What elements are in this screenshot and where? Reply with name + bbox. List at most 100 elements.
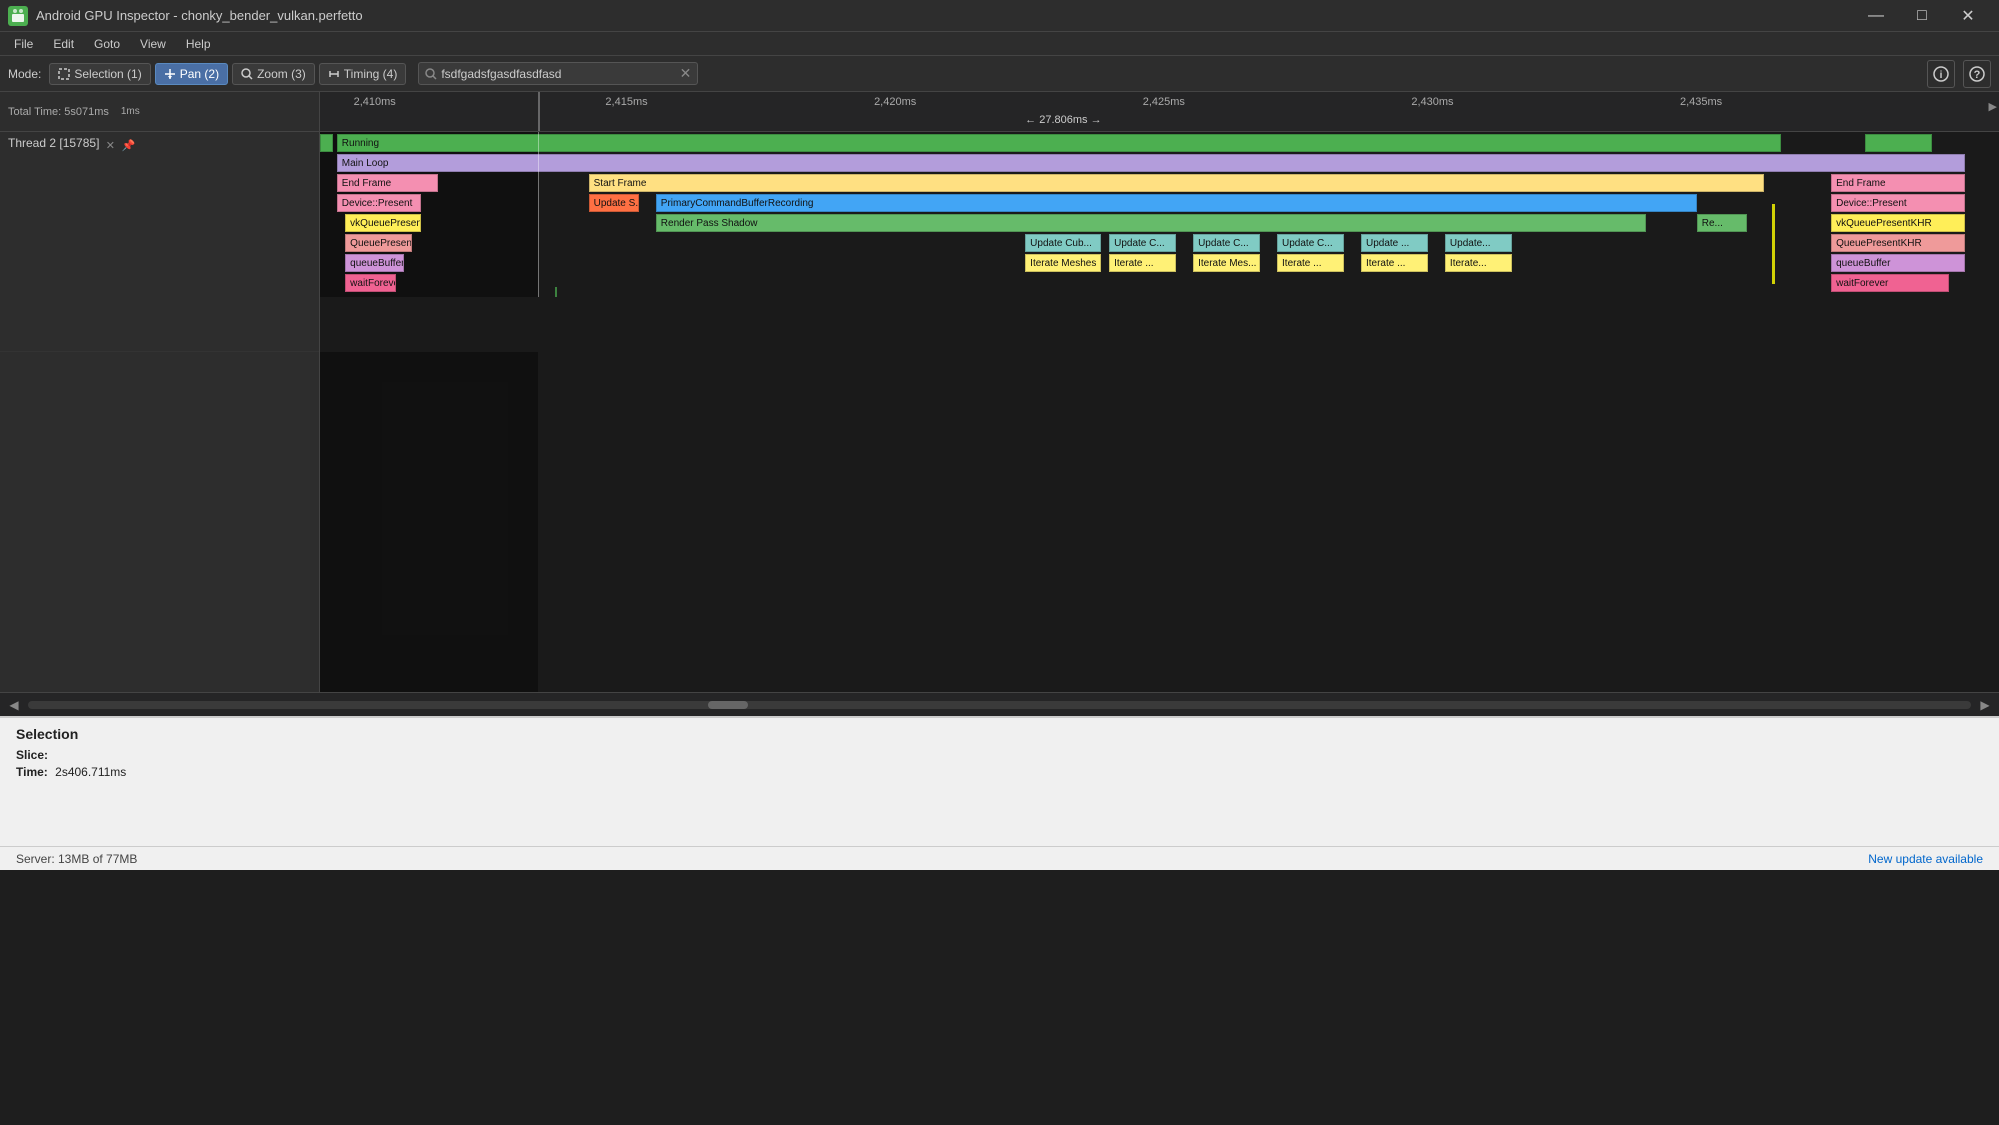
timeline-ruler[interactable]: 2,410ms 2,415ms 2,420ms 2,425ms 2,430ms … — [320, 92, 1999, 131]
flame-main-loop[interactable]: Main Loop — [337, 154, 1966, 172]
menu-item-file[interactable]: File — [4, 32, 43, 56]
flame-update-c-2[interactable]: Update C... — [1193, 234, 1260, 252]
svg-text:?: ? — [1974, 69, 1981, 81]
thread-label-row-0: Thread 2 [15785] ✕ 📌 — [0, 132, 319, 352]
flame-waitforever-1[interactable]: waitForever — [345, 274, 395, 292]
ruler-mark-2: 2,420ms — [874, 96, 916, 108]
flame-small-green[interactable] — [320, 134, 333, 152]
flame-end-frame-2[interactable]: End Frame — [1831, 174, 1965, 192]
window-controls: — □ ✕ — [1853, 0, 1991, 32]
flame-update-c-3[interactable]: Update C... — [1277, 234, 1344, 252]
thread-controls: ✕ 📌 — [103, 138, 135, 152]
ruler-mark-5: 2,435ms — [1680, 96, 1722, 108]
flame-iterate-meshes[interactable]: Iterate Meshes — [1025, 254, 1101, 272]
flame-queuepresent-1[interactable]: QueuePresentKHR — [345, 234, 412, 252]
maximize-button[interactable]: □ — [1899, 0, 1945, 32]
info-button[interactable]: i — [1927, 60, 1955, 88]
flame-re[interactable]: Re... — [1697, 214, 1747, 232]
search-container: ✕ — [418, 62, 698, 85]
ruler-scroll-arrow[interactable]: ▶ — [1989, 100, 1997, 113]
ruler-mark-4: 2,430ms — [1411, 96, 1453, 108]
flame-iterate-1[interactable]: Iterate ... — [1109, 254, 1176, 272]
flame-update-cub[interactable]: Update Cub... — [1025, 234, 1101, 252]
flame-update-2[interactable]: Update... — [1445, 234, 1512, 252]
mode-timing[interactable]: Timing (4) — [319, 63, 407, 85]
minimize-button[interactable]: — — [1853, 0, 1899, 32]
flame-update-1[interactable]: Update ... — [1361, 234, 1428, 252]
ruler-mark-0: 2,410ms — [354, 96, 396, 108]
mode-selection[interactable]: Selection (1) — [49, 63, 150, 85]
scroll-left-button[interactable]: ◀ — [4, 695, 24, 715]
flame-waitforever-2[interactable]: waitForever — [1831, 274, 1949, 292]
help-button[interactable]: ? — [1963, 60, 1991, 88]
flame-running[interactable]: Running — [337, 134, 1781, 152]
status-bar: Server: 13MB of 77MB New update availabl… — [0, 846, 1999, 870]
question-icon: ? — [1969, 66, 1985, 82]
search-input[interactable] — [441, 67, 679, 81]
flame-running-right[interactable] — [1865, 134, 1932, 152]
timing-icon — [328, 68, 340, 80]
timeline-total-time: Total Time: 5s071ms 1ms — [0, 92, 320, 131]
thread-label-column: Thread 2 [15785] ✕ 📌 — [0, 132, 320, 692]
menu-item-edit[interactable]: Edit — [43, 32, 84, 56]
thread-collapse-button[interactable]: ✕ — [103, 138, 117, 152]
selection-icon — [58, 68, 70, 80]
selection-time-row: Time: 2s406.711ms — [16, 765, 1983, 779]
info-icon: i — [1933, 66, 1949, 82]
menu-item-view[interactable]: View — [130, 32, 176, 56]
close-button[interactable]: ✕ — [1945, 0, 1991, 32]
menu-item-goto[interactable]: Goto — [84, 32, 130, 56]
flame-queuebuffer-1[interactable]: queueBuffer — [345, 254, 404, 272]
mode-label: Mode: — [8, 67, 41, 81]
thread-area: Thread 2 [15785] ✕ 📌 Running Main Loop E… — [0, 132, 1999, 692]
flame-iterate-4[interactable]: Iterate... — [1445, 254, 1512, 272]
ruler-mark-3: 2,425ms — [1143, 96, 1185, 108]
flame-start-frame[interactable]: Start Frame — [589, 174, 1764, 192]
title-bar: Android GPU Inspector - chonky_bender_vu… — [0, 0, 1999, 32]
svg-text:i: i — [1940, 70, 1943, 81]
scroll-right-button[interactable]: ▶ — [1975, 695, 1995, 715]
flame-update-s[interactable]: Update S... — [589, 194, 639, 212]
flame-queuepresent-2[interactable]: QueuePresentKHR — [1831, 234, 1965, 252]
flame-end-frame-1[interactable]: End Frame — [337, 174, 438, 192]
thread-track-area[interactable]: Running Main Loop End Frame Start Frame … — [320, 132, 1999, 692]
selection-panel: Selection Slice: Time: 2s406.711ms — [0, 716, 1999, 846]
search-clear-button[interactable]: ✕ — [680, 65, 692, 82]
mode-zoom[interactable]: Zoom (3) — [232, 63, 315, 85]
flame-chart-container[interactable]: Running Main Loop End Frame Start Frame … — [320, 132, 1999, 352]
timeline-header: Total Time: 5s071ms 1ms 2,410ms 2,415ms … — [0, 92, 1999, 132]
window-title: Android GPU Inspector - chonky_bender_vu… — [36, 8, 1853, 23]
flame-iterate-mes[interactable]: Iterate Mes... — [1193, 254, 1260, 272]
scroll-track[interactable] — [28, 701, 1971, 709]
thread-pin-button[interactable]: 📌 — [121, 138, 135, 152]
update-link[interactable]: New update available — [1868, 852, 1983, 866]
horizontal-scrollbar[interactable]: ◀ ▶ — [0, 692, 1999, 716]
empty-track-area — [320, 352, 1999, 692]
menu-bar: FileEditGotoViewHelp — [0, 32, 1999, 56]
empty-lower — [320, 297, 1999, 352]
mode-pan[interactable]: Pan (2) — [155, 63, 228, 85]
search-icon — [425, 68, 437, 80]
server-info: Server: 13MB of 77MB — [16, 852, 137, 866]
thread-name: Thread 2 [15785] — [8, 136, 99, 150]
flame-device-present-1[interactable]: Device::Present — [337, 194, 421, 212]
flame-device-present-2[interactable]: Device::Present — [1831, 194, 1965, 212]
flame-vkqueue-1[interactable]: vkQueuePresentKHR — [345, 214, 421, 232]
scroll-thumb[interactable] — [708, 701, 748, 709]
flame-queuebuffer-2[interactable]: queueBuffer — [1831, 254, 1965, 272]
flame-iterate-3[interactable]: Iterate ... — [1361, 254, 1428, 272]
toolbar: Mode: Selection (1) Pan (2) Zoom (3) Tim… — [0, 56, 1999, 92]
pan-icon — [164, 68, 176, 80]
menu-item-help[interactable]: Help — [176, 32, 221, 56]
selection-slice-row: Slice: — [16, 748, 1983, 762]
zoom-icon — [241, 68, 253, 80]
flame-primary-cmd[interactable]: PrimaryCommandBufferRecording — [656, 194, 1697, 212]
ruler-mark-1: 2,415ms — [605, 96, 647, 108]
flame-renderpass[interactable]: Render Pass Shadow — [656, 214, 1647, 232]
indicator-mark — [1772, 204, 1775, 284]
flame-vkqueue-2[interactable]: vkQueuePresentKHR — [1831, 214, 1965, 232]
app-icon — [8, 6, 28, 26]
selection-range: ← 27.806ms → — [1025, 114, 1101, 126]
flame-update-c-1[interactable]: Update C... — [1109, 234, 1176, 252]
flame-iterate-2[interactable]: Iterate ... — [1277, 254, 1344, 272]
